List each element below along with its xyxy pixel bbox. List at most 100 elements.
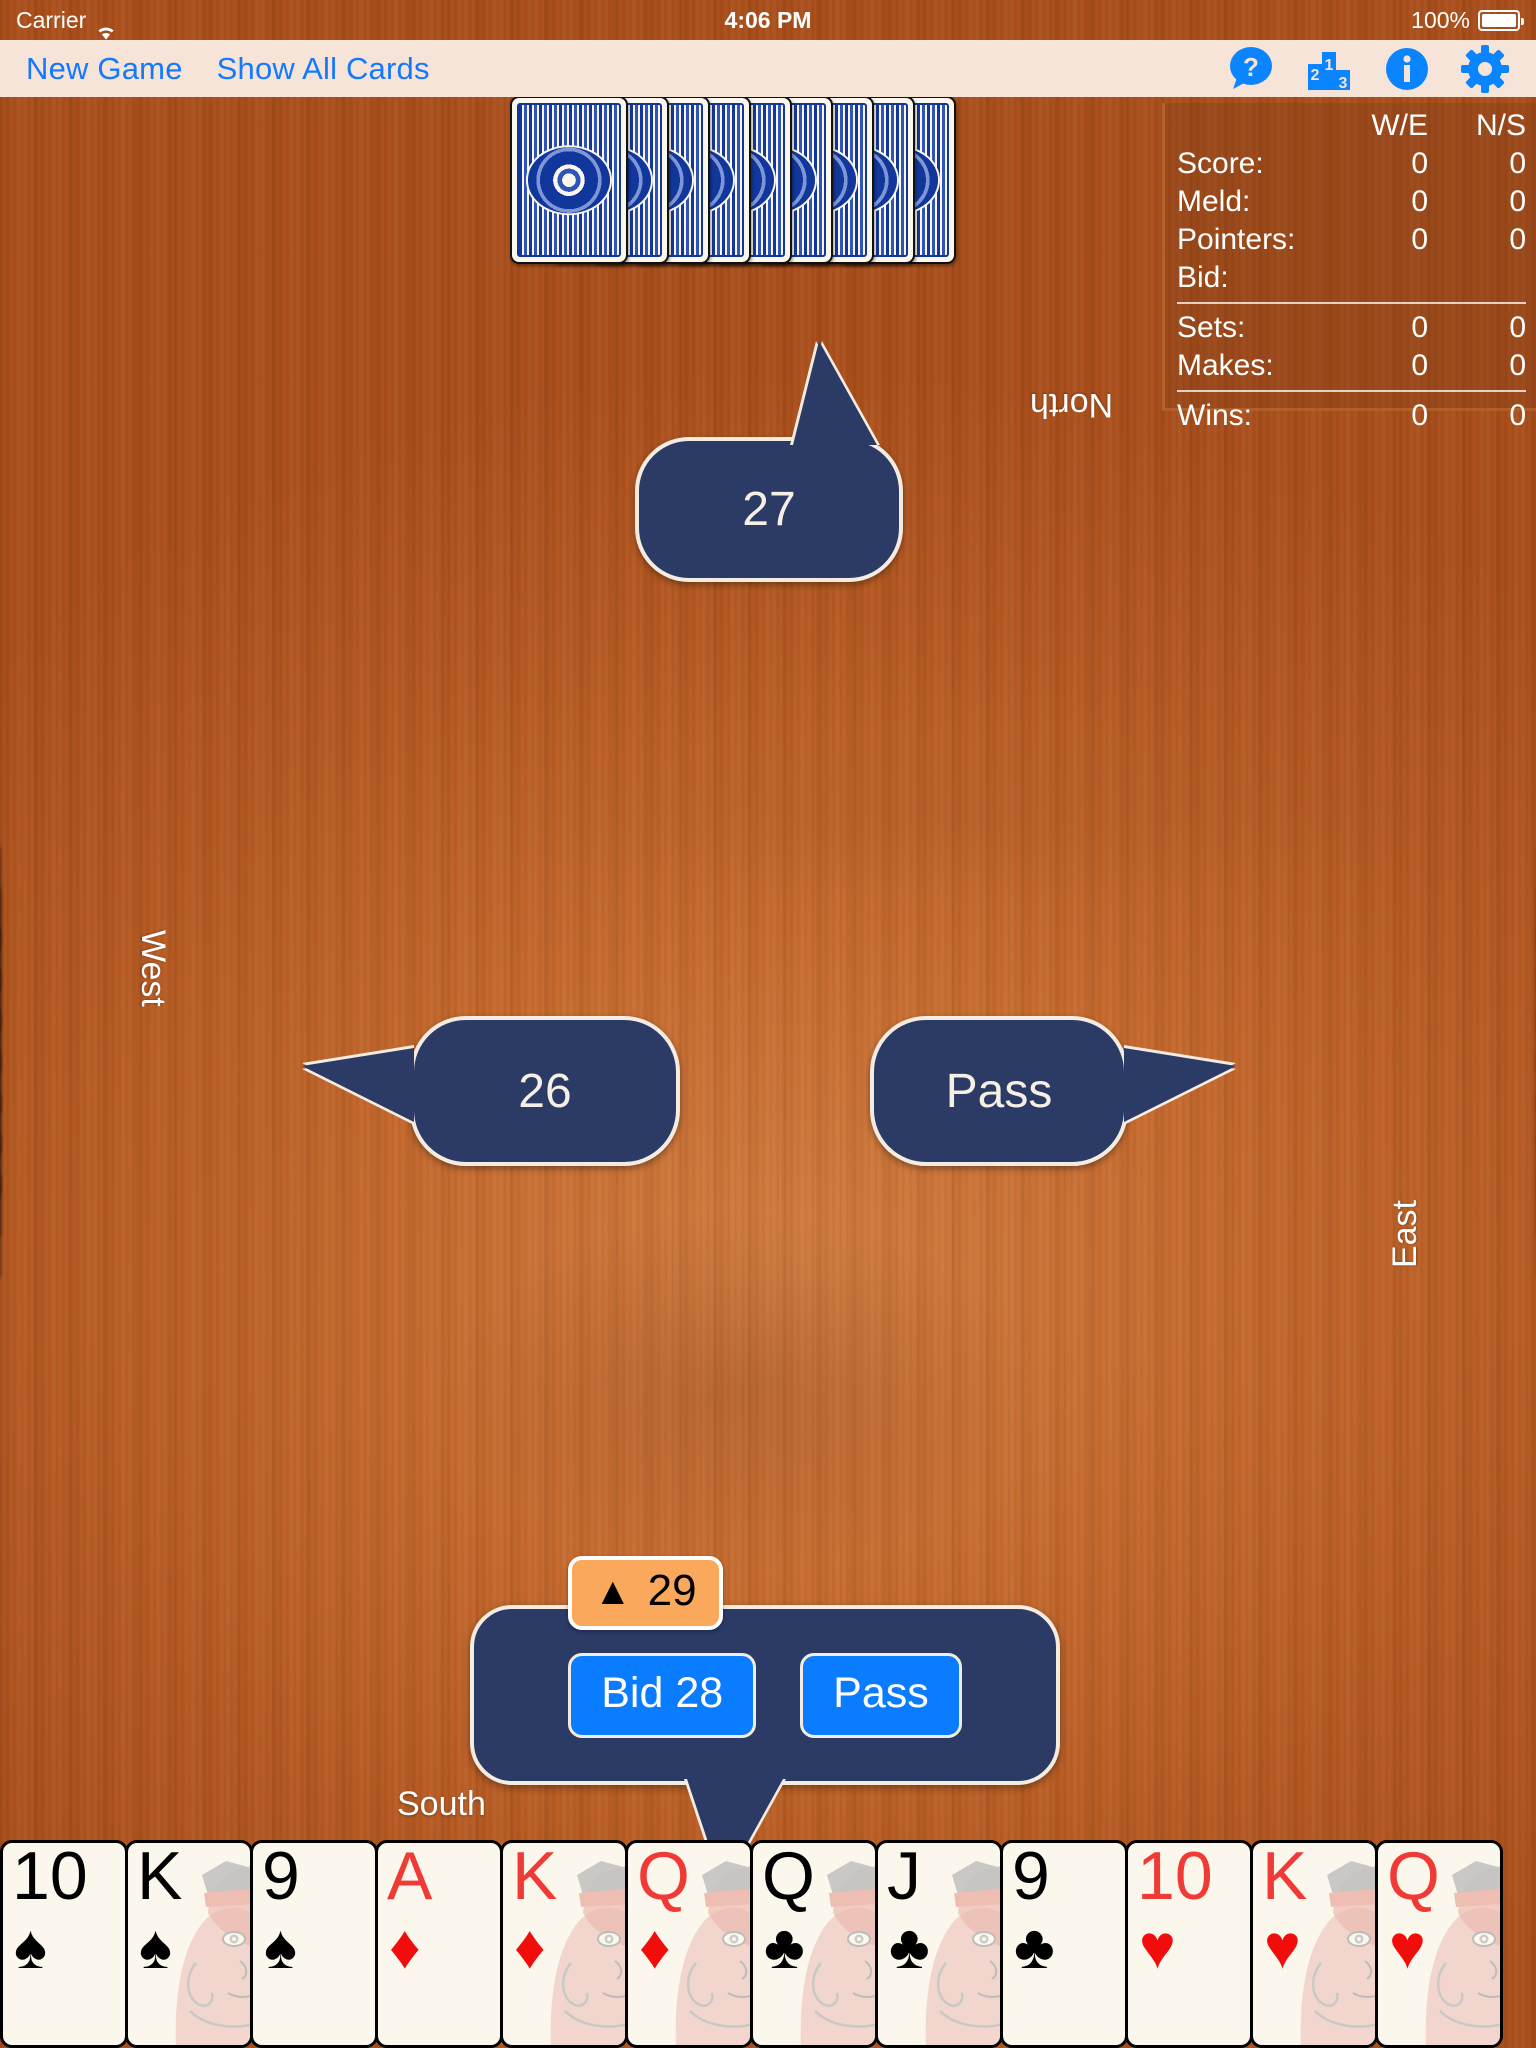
status-bar-clock: 4:06 PM — [724, 7, 812, 33]
bid-bubble-north-text: 27 — [742, 483, 796, 536]
card-rank: 9 — [1012, 1840, 1050, 1914]
hearts-suit-icon: ♥ — [1389, 1913, 1426, 1982]
svg-text:2: 2 — [1311, 67, 1320, 84]
card-rank: Q — [762, 1840, 815, 1914]
battery-percent-label: 100% — [1411, 7, 1470, 33]
svg-text:1: 1 — [1325, 57, 1334, 74]
table-row: Pointers: 0 0 — [1177, 221, 1526, 259]
hand-card-q-clubs[interactable]: Q ♣ — [750, 1840, 878, 2048]
spades-suit-icon: ♠ — [264, 1913, 297, 1982]
hand-card-10-hearts[interactable]: 10 ♥ — [1125, 1840, 1253, 2048]
table-row: Wins: 0 0 — [1177, 397, 1526, 435]
bid-we-value — [1336, 259, 1428, 297]
sets-we-value: 0 — [1411, 311, 1428, 344]
sets-ns-value: 0 — [1509, 311, 1526, 344]
card-rank: 9 — [262, 1840, 300, 1914]
table-row: Sets: 0 0 — [1177, 309, 1526, 347]
seat-label-south: South — [397, 1785, 486, 1823]
new-game-button[interactable]: New Game — [26, 51, 183, 87]
scoreboard-col-ns: N/S — [1475, 109, 1526, 142]
table-row: Score: 0 0 — [1177, 145, 1526, 183]
hand-card-k-hearts[interactable]: K ♥ — [1250, 1840, 1378, 2048]
score-ns-value: 0 — [1509, 147, 1526, 180]
hearts-suit-icon: ♥ — [1264, 1913, 1301, 1982]
north-hand — [510, 96, 1010, 271]
clubs-suit-icon: ♣ — [764, 1913, 805, 1982]
clubs-suit-icon: ♣ — [889, 1913, 930, 1982]
info-icon[interactable] — [1382, 44, 1432, 94]
card-back — [510, 96, 628, 264]
settings-gear-icon[interactable] — [1460, 44, 1510, 94]
card-rank: Q — [1387, 1840, 1440, 1914]
leaderboard-icon[interactable]: 2 1 3 — [1304, 44, 1354, 94]
sets-label: Sets: — [1177, 311, 1246, 344]
hand-card-q-diamonds[interactable]: Q ♦ — [625, 1840, 753, 2048]
hearts-suit-icon: ♥ — [1139, 1913, 1176, 1982]
card-rank: J — [887, 1840, 921, 1914]
help-icon[interactable]: ? — [1226, 44, 1276, 94]
scoreboard-header-row: W/E N/S — [1177, 107, 1526, 145]
seat-label-north: North — [1030, 386, 1114, 424]
wins-we-value: 0 — [1411, 399, 1428, 432]
hand-card-9-spades[interactable]: 9 ♠ — [250, 1840, 378, 2048]
table-row: Meld: 0 0 — [1177, 183, 1526, 221]
scoreboard-col-we: W/E — [1371, 109, 1428, 142]
bid-button[interactable]: Bid 28 — [568, 1652, 757, 1738]
hand-card-9-clubs[interactable]: 9 ♣ — [1000, 1840, 1128, 2048]
card-rank: K — [512, 1840, 558, 1914]
bid-label: Bid: — [1177, 261, 1229, 294]
meld-label: Meld: — [1177, 185, 1251, 218]
battery-full-icon — [1478, 9, 1524, 31]
pointers-ns-value: 0 — [1509, 223, 1526, 256]
card-rank: 10 — [1137, 1840, 1213, 1914]
south-hand: 10 ♠ K ♠ 9 ♠ A ♦ K ♦ Q ♦ Q ♣ J ♣ 9 ♣ 10 ♥ — [0, 1840, 1536, 2048]
triangle-up-icon[interactable]: ▲ — [594, 1573, 632, 1611]
bid-bubble-east: Pass — [870, 1016, 1236, 1166]
bid-bubble-east-text: Pass — [945, 1064, 1053, 1118]
card-rank: 10 — [12, 1840, 88, 1914]
svg-text:3: 3 — [1339, 75, 1348, 92]
pointers-we-value: 0 — [1411, 223, 1428, 256]
south-bid-panel: Bid 28 Pass — [470, 1605, 1060, 1887]
hand-card-j-clubs[interactable]: J ♣ — [875, 1840, 1003, 2048]
diamonds-suit-icon: ♦ — [514, 1913, 546, 1982]
wins-label: Wins: — [1177, 399, 1252, 432]
table-row: Bid: — [1177, 259, 1526, 297]
hand-card-k-diamonds[interactable]: K ♦ — [500, 1840, 628, 2048]
bubble-tail-icon — [302, 1048, 414, 1122]
hand-card-10-spades[interactable]: 10 ♠ — [0, 1840, 128, 2048]
spades-suit-icon: ♠ — [139, 1913, 172, 1982]
card-rank: A — [387, 1840, 433, 1914]
toolbar-left-group: New Game Show All Cards — [0, 51, 430, 87]
scoreboard-panel: W/E N/S Score: 0 0 Meld: 0 0 Pointers: 0… — [1162, 103, 1536, 432]
svg-text:?: ? — [1243, 52, 1259, 82]
show-all-cards-button[interactable]: Show All Cards — [217, 51, 430, 87]
bid-stepper[interactable]: ▲ 29 — [568, 1556, 723, 1630]
clubs-suit-icon: ♣ — [1014, 1913, 1055, 1982]
score-label: Score: — [1177, 147, 1264, 180]
hand-card-q-hearts[interactable]: Q ♥ — [1375, 1840, 1503, 2048]
wins-ns-value: 0 — [1509, 399, 1526, 432]
seat-label-east: East — [1386, 1200, 1424, 1269]
scoreboard-divider-2 — [1177, 385, 1526, 397]
makes-we-value: 0 — [1411, 349, 1428, 382]
seat-label-west: West — [134, 930, 172, 1007]
scoreboard-divider-1 — [1177, 297, 1526, 309]
card-rank: K — [1262, 1840, 1308, 1914]
bid-ns-value — [1428, 259, 1526, 297]
diamonds-suit-icon: ♦ — [389, 1913, 421, 1982]
west-hand — [0, 840, 150, 1360]
pass-button[interactable]: Pass — [800, 1652, 962, 1738]
east-hand — [1386, 840, 1536, 1360]
bid-bubble-west-text: 26 — [518, 1064, 572, 1118]
ios-status-bar: Carrier 4:06 PM 100% — [0, 0, 1536, 40]
makes-ns-value: 0 — [1509, 349, 1526, 382]
bubble-tail-icon — [1124, 1048, 1236, 1122]
score-we-value: 0 — [1411, 147, 1428, 180]
hand-card-k-spades[interactable]: K ♠ — [125, 1840, 253, 2048]
hand-card-a-diamonds[interactable]: A ♦ — [375, 1840, 503, 2048]
meld-we-value: 0 — [1411, 185, 1428, 218]
bid-stepper-value: 29 — [647, 1566, 697, 1615]
bubble-tail-icon — [793, 341, 877, 445]
spades-suit-icon: ♠ — [14, 1913, 47, 1982]
